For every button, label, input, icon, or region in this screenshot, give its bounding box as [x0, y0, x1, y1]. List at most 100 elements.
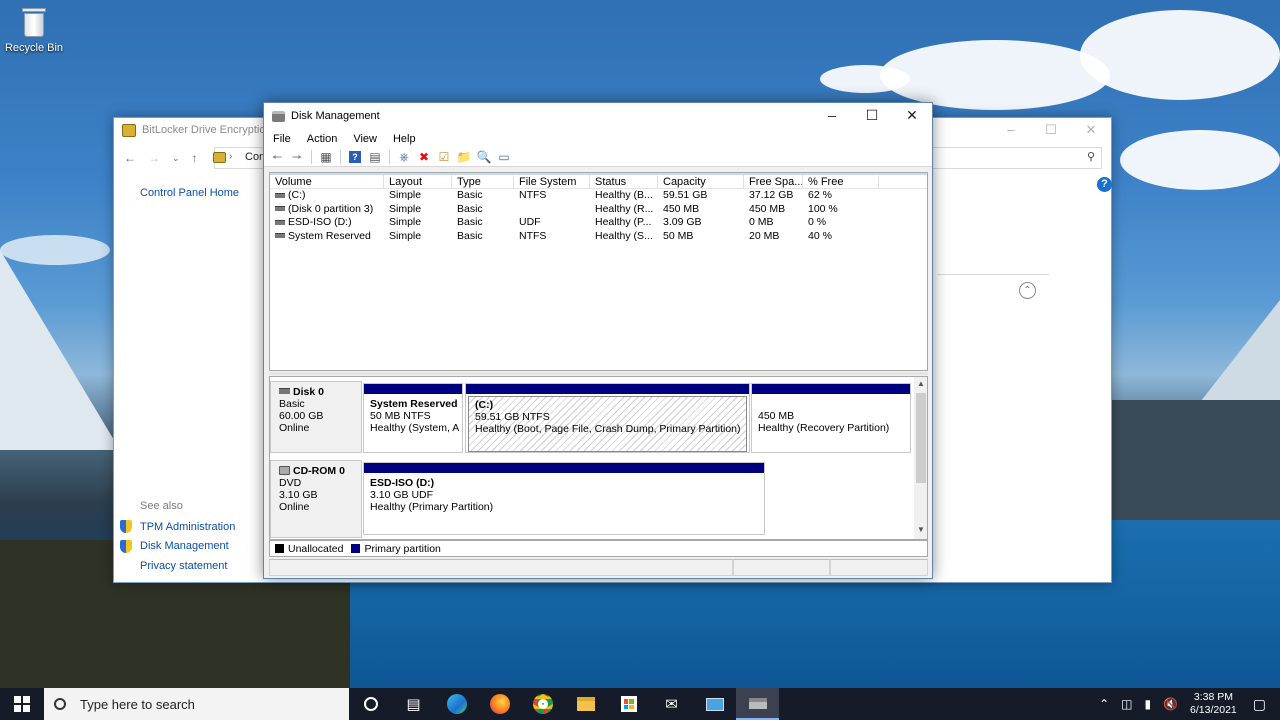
- start-button[interactable]: [0, 688, 44, 720]
- back-arrow-icon[interactable]: 🠔: [269, 149, 285, 165]
- firefox-icon[interactable]: [478, 688, 521, 720]
- partition-esd-iso[interactable]: ESD-ISO (D:) 3.10 GB UDF Healthy (Primar…: [363, 462, 765, 535]
- chevron-up-icon[interactable]: ⌃: [1099, 697, 1109, 711]
- forward-arrow-icon[interactable]: 🠖: [289, 149, 305, 165]
- volume-list[interactable]: Volume Layout Type File System Status Ca…: [269, 172, 928, 371]
- search-icon[interactable]: ⚲: [1087, 150, 1095, 163]
- privacy-statement-link[interactable]: Privacy statement: [120, 556, 235, 576]
- minimize-button[interactable]: –: [991, 118, 1031, 142]
- disk-management-window[interactable]: Disk Management – ☐ ✕ File Action View H…: [263, 102, 933, 579]
- disk-management-link[interactable]: Disk Management: [120, 537, 235, 557]
- notification-icon[interactable]: ▢: [1253, 696, 1266, 713]
- close-button[interactable]: ✕: [892, 103, 932, 129]
- column-header-free-space[interactable]: Free Spa...: [744, 175, 803, 188]
- tpm-administration-link[interactable]: TPM Administration: [120, 517, 235, 537]
- bitlocker-app-icon: [122, 123, 136, 137]
- cell-status: Healthy (S...: [595, 229, 653, 242]
- chevron-down-icon[interactable]: ⌄: [172, 153, 180, 164]
- cell-layout: Simple: [389, 189, 422, 201]
- cortana-icon[interactable]: [349, 688, 392, 720]
- disk-management-taskbar-icon[interactable]: [736, 688, 779, 720]
- maximize-button[interactable]: ☐: [1031, 118, 1071, 142]
- disk-type: DVD: [279, 477, 302, 489]
- scroll-thumb[interactable]: [916, 393, 926, 483]
- cell-volume: (C:): [288, 189, 306, 201]
- table-row[interactable]: (C:) Simple Basic NTFS Healthy (B... 59.…: [270, 189, 927, 203]
- column-header-layout[interactable]: Layout: [384, 175, 452, 188]
- cell-type: Basic: [457, 229, 483, 242]
- column-header-percent-free[interactable]: % Free: [803, 175, 879, 188]
- minimize-button[interactable]: –: [812, 103, 852, 129]
- cell-free-space: 37.12 GB: [749, 189, 794, 201]
- clock[interactable]: 3:38 PM 6/13/2021: [1190, 691, 1237, 717]
- cell-status: Healthy (B...: [595, 189, 653, 201]
- partition-recovery[interactable]: 450 MB Healthy (Recovery Partition): [751, 383, 911, 453]
- partition-c-drive[interactable]: (C:) 59.51 GB NTFS Healthy (Boot, Page F…: [465, 383, 750, 453]
- checklist-icon[interactable]: ☑: [436, 149, 452, 165]
- column-header-status[interactable]: Status: [590, 175, 658, 188]
- table-row[interactable]: (Disk 0 partition 3) Simple Basic Health…: [270, 203, 927, 217]
- forward-arrow-icon[interactable]: →: [148, 151, 160, 165]
- link-label: Privacy statement: [140, 559, 228, 572]
- menu-help[interactable]: Help: [393, 133, 416, 145]
- taskbar-search-box[interactable]: Type here to search: [44, 688, 349, 720]
- disk0-label[interactable]: Disk 0 Basic 60.00 GB Online: [270, 381, 362, 453]
- partition-system-reserved[interactable]: System Reserved 50 MB NTFS Healthy (Syst…: [363, 383, 463, 453]
- maximize-button[interactable]: ☐: [852, 103, 892, 129]
- address-chevron-icon: ›: [229, 151, 233, 162]
- volume-muted-icon[interactable]: 🔇: [1163, 697, 1178, 711]
- link-label: TPM Administration: [140, 520, 236, 533]
- chrome-icon[interactable]: [521, 688, 564, 720]
- control-panel-icon[interactable]: [693, 688, 736, 720]
- search-folder-icon[interactable]: 🔍: [476, 149, 492, 165]
- cdrom0-label[interactable]: CD-ROM 0 DVD 3.10 GB Online: [270, 460, 362, 538]
- delete-icon[interactable]: ✖: [416, 149, 432, 165]
- settings-panel-icon[interactable]: ▭: [496, 149, 512, 165]
- help-icon[interactable]: ?: [1097, 177, 1112, 192]
- disk-map[interactable]: Disk 0 Basic 60.00 GB Online System Rese…: [269, 376, 928, 540]
- cell-percent-free: 40 %: [808, 229, 832, 242]
- back-arrow-icon[interactable]: ←: [124, 151, 136, 165]
- pane-splitter[interactable]: [269, 372, 928, 375]
- connect-icon[interactable]: ⎈: [396, 149, 412, 165]
- help-icon[interactable]: ?: [347, 149, 363, 165]
- file-explorer-icon[interactable]: [564, 688, 607, 720]
- battery-icon[interactable]: ▮: [1144, 697, 1151, 711]
- scroll-down-icon[interactable]: ▼: [914, 525, 927, 537]
- menu-action[interactable]: Action: [307, 133, 338, 145]
- collapse-chevron-icon[interactable]: ⌃: [1019, 282, 1036, 299]
- edge-icon[interactable]: [435, 688, 478, 720]
- folder-up-icon[interactable]: 📁: [456, 149, 472, 165]
- cell-status: Healthy (P...: [595, 216, 652, 228]
- scroll-up-icon[interactable]: ▲: [914, 379, 927, 391]
- menu-view[interactable]: View: [353, 133, 377, 145]
- column-header-capacity[interactable]: Capacity: [658, 175, 744, 188]
- recycle-bin-icon[interactable]: Recycle Bin: [4, 6, 64, 54]
- up-arrow-icon[interactable]: ↑: [192, 151, 198, 165]
- menu-file[interactable]: File: [273, 133, 291, 145]
- legend-primary: Primary partition: [364, 542, 441, 555]
- table-row[interactable]: ESD-ISO (D:) Simple Basic UDF Healthy (P…: [270, 216, 927, 230]
- cell-capacity: 59.51 GB: [663, 189, 708, 201]
- close-button[interactable]: ✕: [1071, 118, 1111, 142]
- cd-drive-icon: [279, 466, 290, 475]
- shield-icon: [120, 520, 132, 534]
- partition-status: Healthy (System, A: [370, 422, 460, 434]
- show-hide-console-tree-icon[interactable]: ▦: [318, 149, 334, 165]
- column-header-file-system[interactable]: File System: [514, 175, 590, 188]
- mail-icon[interactable]: ✉: [650, 688, 693, 720]
- cell-type: Basic: [457, 189, 483, 201]
- control-panel-home-link[interactable]: Control Panel Home: [140, 187, 239, 199]
- network-icon[interactable]: ◫: [1121, 697, 1132, 711]
- partition-size: 3.10 GB UDF: [370, 489, 434, 501]
- column-header-volume[interactable]: Volume: [270, 175, 384, 188]
- store-icon[interactable]: [607, 688, 650, 720]
- partition-size: 50 MB NTFS: [370, 410, 431, 422]
- properties-icon[interactable]: ▤: [367, 149, 383, 165]
- table-row[interactable]: System Reserved Simple Basic NTFS Health…: [270, 230, 927, 244]
- column-header-type[interactable]: Type: [452, 175, 514, 188]
- task-view-icon[interactable]: ▤: [392, 688, 435, 720]
- trash-icon: [21, 6, 47, 38]
- disk-map-scrollbar[interactable]: ▲ ▼: [914, 377, 927, 539]
- cell-capacity: 50 MB: [663, 229, 694, 242]
